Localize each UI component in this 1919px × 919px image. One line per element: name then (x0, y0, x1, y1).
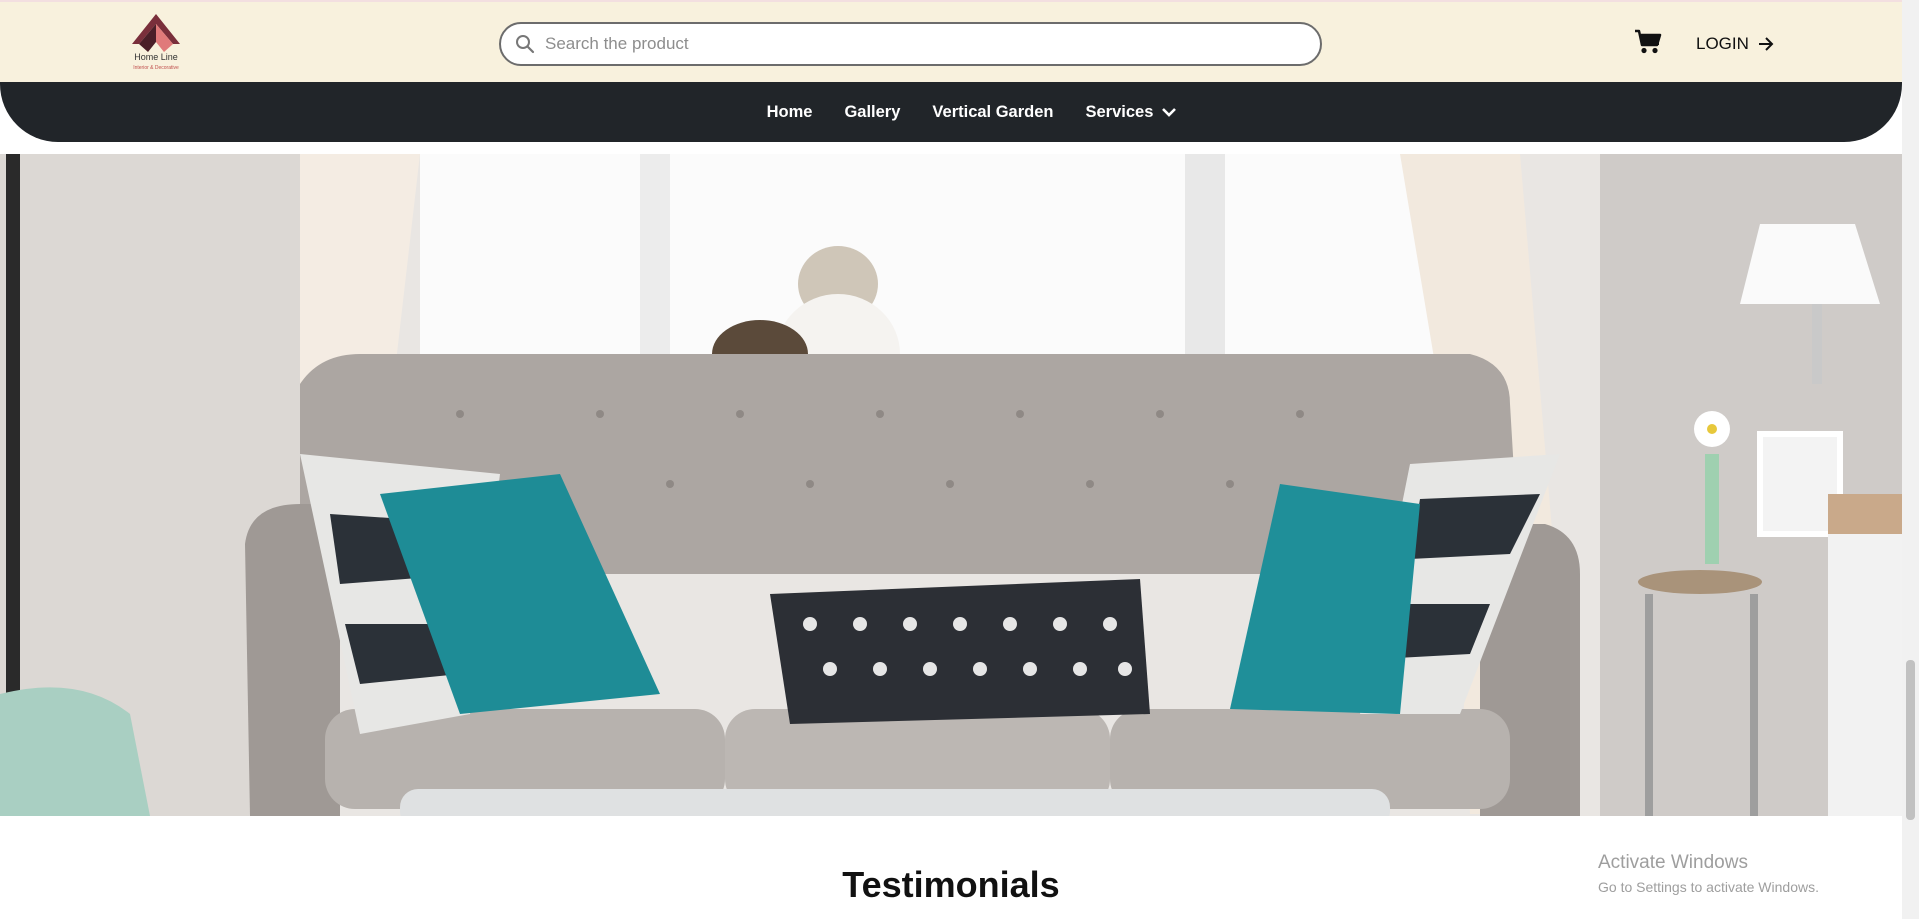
hero-image (0, 154, 1902, 816)
nav-item-vertical-garden[interactable]: Vertical Garden (932, 103, 1053, 122)
activate-windows-watermark: Activate Windows Go to Settings to activ… (1598, 852, 1819, 895)
nav-item-home[interactable]: Home (767, 103, 813, 122)
logo-subtext: Interior & Decorative (133, 65, 179, 71)
nav-item-label: Home (766, 102, 813, 121)
login-label: LOGIN (1696, 34, 1749, 53)
logo[interactable]: Home Line Interior & Decorative (128, 12, 184, 74)
page: Home Line Interior & Decorative LOGIN (0, 0, 1919, 919)
search-icon (515, 34, 535, 54)
cart-icon[interactable] (1634, 29, 1662, 55)
nav-item-label: Gallery (844, 102, 901, 121)
search-input[interactable] (545, 34, 1305, 54)
nav-item-services[interactable]: Services (1085, 103, 1177, 122)
top-bar: Home Line Interior & Decorative LOGIN (0, 0, 1902, 82)
scroll-thumb[interactable] (1906, 660, 1915, 820)
watermark-subtitle: Go to Settings to activate Windows. (1598, 879, 1819, 895)
watermark-title: Activate Windows (1598, 852, 1748, 873)
arrow-right-icon (1758, 37, 1774, 51)
nav-item-label: Services (1085, 102, 1154, 121)
vertical-scrollbar[interactable] (1902, 0, 1919, 919)
nav-item-gallery[interactable]: Gallery (844, 103, 900, 122)
logo-text: Home Line (134, 52, 178, 62)
nav-item-label: Vertical Garden (932, 102, 1054, 121)
login-button[interactable]: LOGIN (1696, 32, 1775, 56)
main-nav: Home Gallery Vertical Garden Services (0, 82, 1902, 142)
chevron-down-icon (1162, 108, 1177, 117)
search-bar[interactable] (499, 22, 1322, 66)
